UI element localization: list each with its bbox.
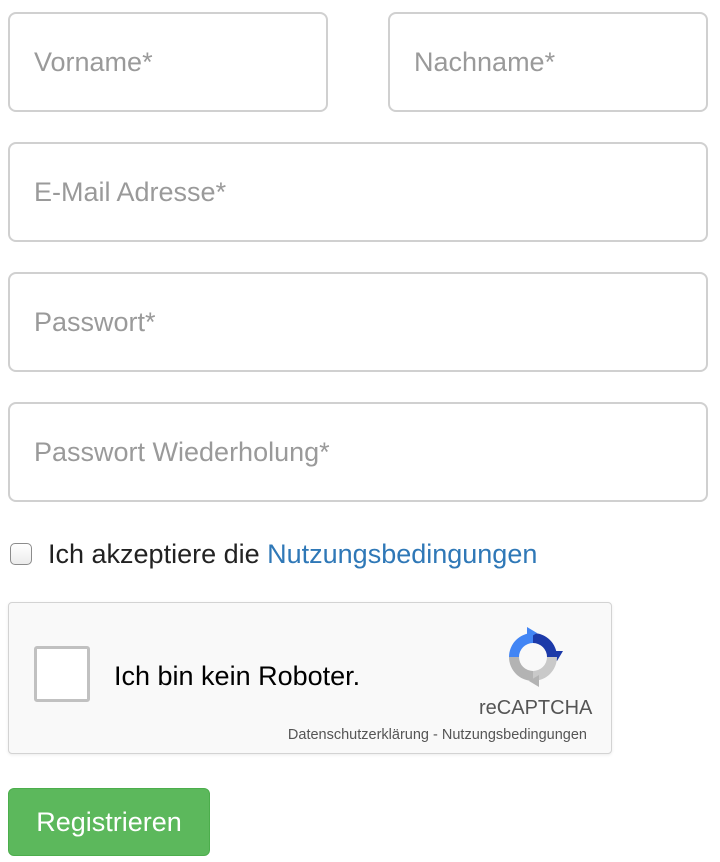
recaptcha-link-separator: - xyxy=(428,727,442,743)
terms-checkbox[interactable] xyxy=(10,543,32,565)
recaptcha-widget: Ich bin kein Roboter. reCAPTCHA Datensch… xyxy=(8,602,612,754)
password-repeat-field[interactable] xyxy=(8,402,708,502)
recaptcha-privacy-link[interactable]: Datenschutzerklärung xyxy=(288,727,429,743)
password-field[interactable] xyxy=(8,272,708,372)
recaptcha-label: Ich bin kein Roboter. xyxy=(114,661,361,691)
recaptcha-brand: reCAPTCHA xyxy=(479,697,593,719)
terms-row: Ich akzeptiere die Nutzungsbedingungen xyxy=(10,536,537,572)
recaptcha-links: Datenschutzerklärung - Nutzungsbedingung… xyxy=(288,727,587,743)
recaptcha-logo-icon xyxy=(509,627,563,687)
recaptcha-terms-link[interactable]: Nutzungsbedingungen xyxy=(442,727,587,743)
register-button[interactable]: Registrieren xyxy=(8,788,210,856)
last-name-field[interactable] xyxy=(388,12,708,112)
terms-link[interactable]: Nutzungsbedingungen xyxy=(267,539,537,570)
terms-label: Ich akzeptiere die xyxy=(48,538,268,569)
email-field[interactable] xyxy=(8,142,708,242)
first-name-field[interactable] xyxy=(8,12,328,112)
recaptcha-checkbox[interactable] xyxy=(34,646,90,702)
